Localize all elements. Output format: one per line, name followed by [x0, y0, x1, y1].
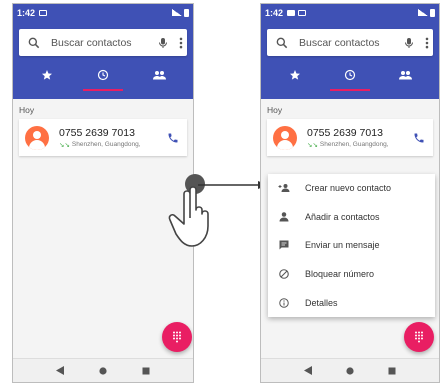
- context-menu: Crear nuevo contacto Añadir a contactos …: [268, 174, 435, 317]
- dialpad-icon: [415, 331, 423, 343]
- menu-item-label: Crear nuevo contacto: [305, 183, 392, 194]
- incoming-call-icon: ↘↘: [59, 141, 70, 149]
- call-location: Shenzhen, Guangdong,: [319, 141, 389, 148]
- menu-item-send-message[interactable]: Enviar un mensaje: [268, 231, 435, 260]
- dialpad-icon: [173, 331, 181, 343]
- system-nav-bar: [13, 358, 193, 382]
- phone-call-icon[interactable]: [167, 132, 179, 144]
- block-icon: [279, 269, 289, 279]
- people-icon: [152, 70, 166, 79]
- app-header: Buscar contactos: [261, 21, 439, 99]
- avatar: [25, 125, 49, 150]
- menu-item-block-number[interactable]: Bloquear número: [268, 260, 435, 289]
- call-log-item[interactable]: 0755 2639 7013 ↘↘ Shenzhen, Guangdong,: [19, 119, 187, 156]
- message-icon: [279, 240, 289, 250]
- notification-icon: [39, 9, 48, 16]
- status-time: 1:42: [17, 7, 36, 18]
- search-placeholder: Buscar contactos: [299, 36, 380, 49]
- app-header: Buscar contactos: [13, 21, 193, 99]
- menu-item-details[interactable]: Detalles: [268, 288, 435, 317]
- clock-icon: [97, 69, 109, 80]
- incoming-call-icon: ↘↘: [307, 141, 318, 149]
- more-options-icon[interactable]: [425, 36, 429, 50]
- microphone-icon[interactable]: [403, 36, 415, 50]
- call-log-item[interactable]: 0755 2639 7013 ↘↘ Shenzhen, Guangdong,: [267, 119, 433, 156]
- person-icon: [279, 212, 289, 222]
- menu-item-label: Enviar un mensaje: [305, 240, 380, 251]
- avatar: [273, 125, 297, 150]
- tab-contacts[interactable]: [378, 58, 433, 91]
- recent-apps-icon[interactable]: [388, 367, 396, 375]
- call-location: Shenzhen, Guangdong,: [71, 141, 141, 148]
- tab-bar: [267, 58, 433, 91]
- back-icon[interactable]: [56, 366, 65, 375]
- search-bar[interactable]: Buscar contactos: [267, 29, 433, 56]
- battery-icon: [430, 8, 435, 17]
- status-bar: 1:42: [13, 4, 193, 21]
- search-icon: [28, 37, 40, 48]
- search-bar[interactable]: Buscar contactos: [19, 29, 187, 56]
- tab-recents[interactable]: [75, 58, 131, 91]
- call-number: 0755 2639 7013: [59, 126, 135, 139]
- home-icon[interactable]: [346, 366, 354, 375]
- add-person-icon: [278, 184, 290, 193]
- search-placeholder: Buscar contactos: [51, 36, 132, 49]
- phone-screen-after: 1:42 Buscar contactos Hoy 0755 2639 7013…: [260, 3, 440, 383]
- info-icon: [279, 297, 289, 308]
- signal-icon: [172, 9, 182, 16]
- status-bar: 1:42: [261, 4, 439, 21]
- status-time: 1:42: [265, 7, 284, 18]
- search-icon: [276, 37, 288, 48]
- dialpad-button[interactable]: [162, 322, 192, 352]
- arrow-icon: [198, 181, 268, 189]
- more-options-icon[interactable]: [179, 36, 183, 50]
- tab-contacts[interactable]: [131, 58, 187, 91]
- battery-icon: [184, 8, 189, 17]
- back-icon[interactable]: [304, 366, 312, 375]
- system-nav-bar: [261, 358, 439, 382]
- star-icon: [42, 69, 52, 80]
- star-icon: [289, 69, 300, 80]
- tab-recents[interactable]: [322, 58, 377, 91]
- menu-item-label: Añadir a contactos: [305, 211, 380, 222]
- section-header: Hoy: [267, 105, 283, 115]
- menu-item-label: Bloquear número: [305, 269, 375, 280]
- tab-bar: [19, 58, 187, 91]
- message-notification-icon: [287, 9, 296, 16]
- dialpad-button[interactable]: [404, 322, 434, 352]
- section-header: Hoy: [19, 105, 35, 115]
- recent-apps-icon[interactable]: [142, 367, 150, 375]
- home-icon[interactable]: [99, 366, 107, 375]
- people-icon: [398, 70, 412, 79]
- notification-icon: [298, 9, 307, 16]
- microphone-icon[interactable]: [157, 36, 169, 50]
- menu-item-label: Detalles: [305, 297, 338, 308]
- signal-icon: [418, 9, 428, 16]
- menu-item-create-contact[interactable]: Crear nuevo contacto: [268, 174, 435, 203]
- phone-call-icon[interactable]: [413, 132, 425, 144]
- tab-favorites[interactable]: [267, 58, 322, 91]
- call-number: 0755 2639 7013: [307, 126, 383, 139]
- tab-favorites[interactable]: [19, 58, 75, 91]
- clock-icon: [344, 69, 356, 80]
- menu-item-add-to-contacts[interactable]: Añadir a contactos: [268, 203, 435, 232]
